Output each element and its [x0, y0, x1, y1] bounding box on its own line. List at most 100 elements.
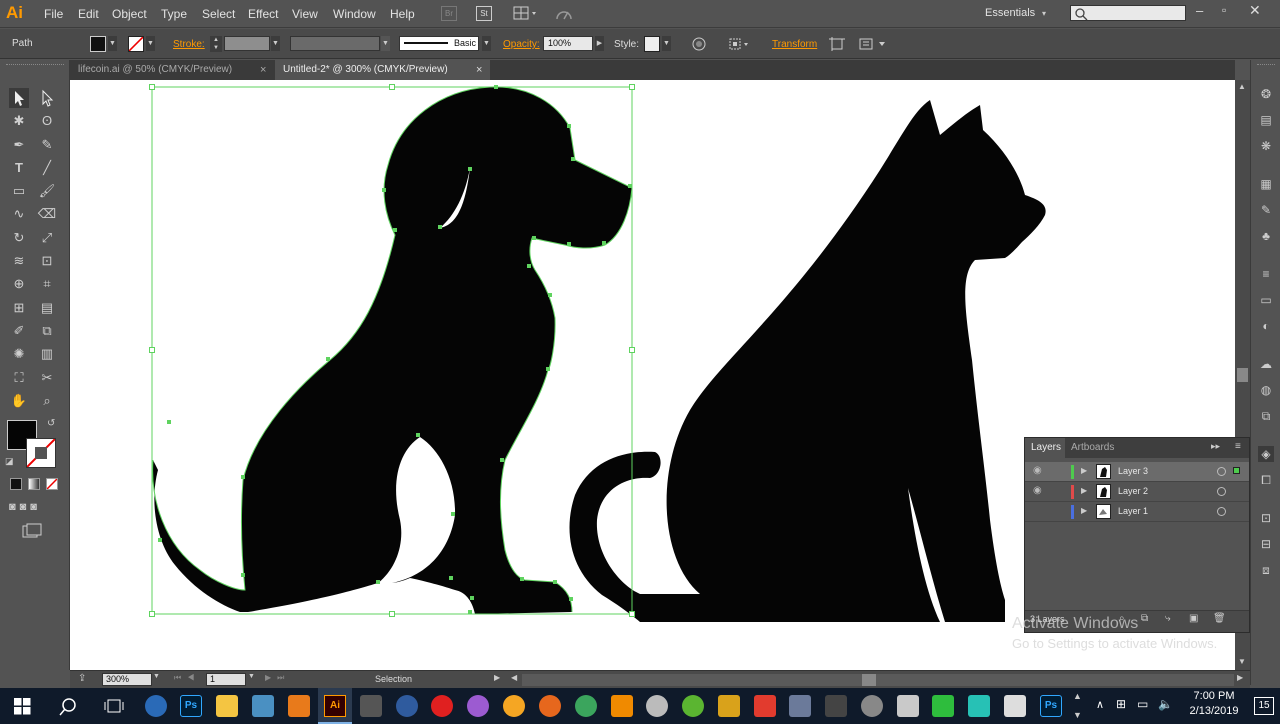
graphic-style-dropdown[interactable]: ▼	[662, 36, 671, 51]
app-icon-1[interactable]	[145, 695, 167, 717]
horizontal-scroll-thumb[interactable]	[862, 674, 876, 686]
app-icon-18[interactable]	[754, 695, 776, 717]
graphic-styles-icon[interactable]: ◍	[1258, 382, 1274, 398]
rectangle-tool-icon[interactable]: ▭	[9, 181, 29, 201]
artboard-next-icons[interactable]: ▶⏭	[265, 673, 290, 683]
stroke-swatch[interactable]	[128, 36, 144, 52]
stroke-weight-dropdown[interactable]: ▼	[271, 36, 280, 51]
swatches-icon[interactable]: ▦	[1258, 176, 1274, 192]
fill-dropdown[interactable]: ▼	[108, 36, 117, 51]
tab-layers[interactable]: Layers	[1025, 438, 1065, 458]
layer-row-1[interactable]: ▶ Layer 1	[1025, 502, 1249, 522]
workspace-chevron-icon[interactable]: ▾	[1042, 9, 1046, 18]
target-circle-icon[interactable]	[1217, 467, 1226, 476]
app-icon-7[interactable]	[360, 695, 382, 717]
app-icon-11[interactable]	[503, 695, 525, 717]
panel-menu-icon[interactable]	[859, 37, 889, 51]
task-view-icon[interactable]	[104, 698, 124, 715]
app-icon-4[interactable]	[252, 695, 274, 717]
collapse-panel-icon[interactable]: ▸▸	[1211, 441, 1220, 452]
tab-lifecoin[interactable]: lifecoin.ai @ 50% (CMYK/Preview)	[70, 60, 275, 80]
notification-count[interactable]: 15	[1254, 697, 1274, 715]
free-transform-tool-icon[interactable]: ⊡	[37, 251, 57, 271]
stroke-weight-stepper[interactable]: ▲ ▼	[210, 36, 222, 52]
none-mode-icon[interactable]	[46, 478, 58, 490]
menu-edit[interactable]: Edit	[78, 7, 99, 21]
slice-tool-icon[interactable]: ✂	[37, 368, 57, 388]
search-input[interactable]	[1070, 5, 1186, 21]
gpu-performance-icon[interactable]	[555, 6, 573, 22]
fill-swatch[interactable]	[90, 36, 106, 52]
app-icon-21[interactable]	[861, 695, 883, 717]
close-button[interactable]: ✕	[1249, 2, 1261, 19]
brush-definition[interactable]: Basic	[399, 36, 479, 51]
magic-wand-tool-icon[interactable]: ✱	[9, 111, 29, 131]
color-mode-icon[interactable]	[10, 478, 22, 490]
taskbar-scroll-down-icon[interactable]: ▼	[1073, 710, 1082, 720]
status-menu-icon[interactable]: ▶	[494, 673, 500, 682]
illustrator-taskbar-button[interactable]: Ai	[318, 688, 352, 724]
firefox-icon[interactable]	[539, 695, 561, 717]
target-circle-icon[interactable]	[1217, 487, 1226, 496]
app-icon-23[interactable]	[932, 695, 954, 717]
lasso-tool-icon[interactable]: ʘ	[37, 111, 57, 131]
expand-layer-icon[interactable]: ▶	[1081, 466, 1087, 475]
swap-colors-icon[interactable]: ↺	[47, 418, 55, 429]
dock-grip[interactable]	[1257, 64, 1275, 65]
status-share-icon[interactable]: ⇪	[78, 673, 86, 684]
asset-export-icon[interactable]: ⧉	[1258, 408, 1274, 424]
settings-gear-icon[interactable]	[646, 695, 668, 717]
minimize-button[interactable]: –	[1196, 3, 1203, 18]
search-taskbar-icon[interactable]	[58, 697, 78, 717]
graph-tool-icon[interactable]: ▥	[37, 344, 57, 364]
vertical-scroll-thumb[interactable]	[1237, 368, 1248, 382]
stroke-color-swatch[interactable]	[26, 438, 56, 468]
selection-indicator[interactable]	[1233, 467, 1240, 474]
transform-link[interactable]: Transform	[772, 39, 817, 50]
horizontal-scrollbar[interactable]	[522, 674, 1234, 686]
battery-icon[interactable]: ▭	[1137, 697, 1148, 711]
app-icon-10[interactable]	[467, 695, 489, 717]
layer-row-3[interactable]: ◉ ▶ Layer 3	[1025, 462, 1249, 482]
stroke-label[interactable]: Stroke:	[173, 39, 205, 50]
app-icon-22[interactable]	[897, 695, 919, 717]
opera-icon[interactable]	[431, 695, 453, 717]
menu-window[interactable]: Window	[333, 7, 376, 21]
menu-select[interactable]: Select	[202, 7, 235, 21]
opacity-field[interactable]: 100%	[543, 36, 593, 51]
taskbar-scroll-up-icon[interactable]: ▲	[1073, 691, 1082, 701]
blend-tool-icon[interactable]: ⧉	[37, 321, 57, 341]
stroke-dropdown[interactable]: ▼	[146, 36, 155, 51]
toolbox-grip[interactable]	[6, 64, 64, 68]
type-tool-icon[interactable]: T	[9, 158, 29, 178]
app-icon-25[interactable]	[1004, 695, 1026, 717]
rotate-tool-icon[interactable]: ↻	[9, 228, 29, 248]
appearance-icon[interactable]: ☁	[1258, 356, 1274, 372]
windows-start-icon[interactable]	[14, 698, 31, 715]
scale-tool-icon[interactable]: ⤢	[37, 228, 57, 248]
gradient-tool-icon[interactable]: ▤	[37, 298, 57, 318]
symbol-sprayer-tool-icon[interactable]: ✺	[9, 344, 29, 364]
tab-untitled-2-close-icon[interactable]: ×	[476, 60, 482, 80]
artboard-prev-icons[interactable]: ⏮◀	[174, 673, 200, 683]
menu-view[interactable]: View	[292, 7, 318, 21]
scroll-down-icon[interactable]: ▼	[1238, 657, 1246, 666]
variable-width-dropdown[interactable]: ▼	[381, 36, 390, 51]
sublime-icon[interactable]	[288, 695, 310, 717]
mesh-tool-icon[interactable]: ⊞	[9, 298, 29, 318]
brushes-icon[interactable]: ✎	[1258, 202, 1274, 218]
stroke-weight-field[interactable]	[224, 36, 270, 51]
scroll-up-icon[interactable]: ▲	[1238, 82, 1246, 91]
selection-tool-icon[interactable]	[9, 88, 29, 108]
target-circle-icon[interactable]	[1217, 507, 1226, 516]
workspace-switcher[interactable]: Essentials	[985, 7, 1035, 19]
artboards-panel-icon[interactable]: ⧠	[1258, 472, 1274, 488]
align-panel-icon[interactable]: ⊟	[1258, 536, 1274, 552]
app-icon-19[interactable]	[789, 695, 811, 717]
bridge-icon[interactable]: Br	[441, 6, 457, 21]
app-icon-8[interactable]	[396, 695, 418, 717]
opacity-arrow[interactable]: ▶	[595, 36, 604, 51]
align-icon[interactable]	[729, 37, 751, 51]
tab-untitled-2[interactable]: Untitled-2* @ 300% (CMYK/Preview)	[275, 60, 490, 80]
artboard-dropdown-icon[interactable]: ▼	[248, 673, 255, 680]
